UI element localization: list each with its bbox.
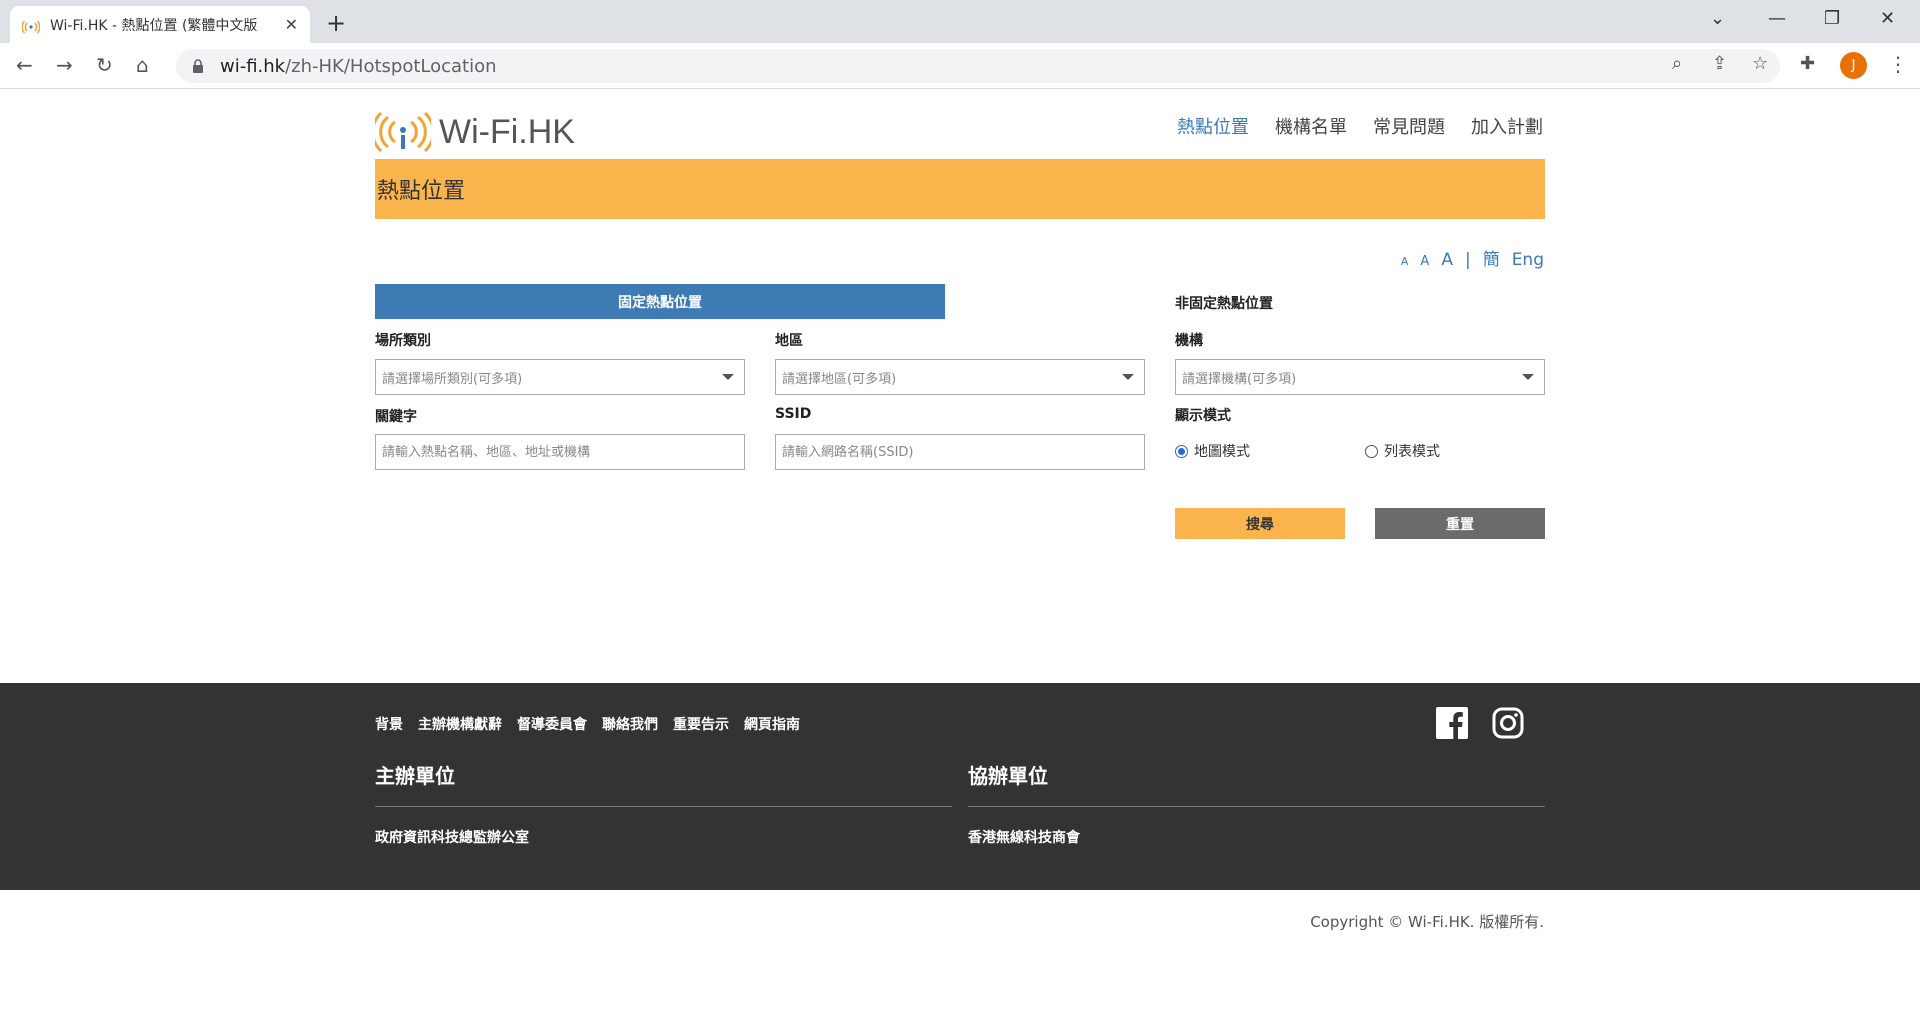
simplified-chinese-link[interactable]: 簡	[1483, 245, 1500, 270]
font-small-button[interactable]: A	[1401, 255, 1409, 268]
extensions-icon[interactable]: ✚	[1800, 53, 1815, 74]
nav-hotspot-location[interactable]: 熱點位置	[1177, 113, 1249, 139]
site-footer: 背景 主辦機構獻辭 督導委員會 聯絡我們 重要告示 網頁指南 主辦單位 政府資訊…	[0, 683, 1920, 890]
lock-icon	[193, 59, 203, 73]
restore-icon[interactable]: ❐	[1824, 8, 1840, 29]
chevron-down-icon	[1122, 374, 1134, 380]
keyword-label: 關鍵字	[375, 409, 417, 425]
search-button[interactable]: 搜尋	[1175, 508, 1345, 539]
divider	[375, 806, 952, 807]
footer-link-steering-committee[interactable]: 督導委員會	[517, 714, 587, 734]
url-path: /zh-HK/HotspotLocation	[285, 55, 497, 77]
browser-menu-icon[interactable]: ⋮	[1888, 52, 1908, 76]
keyword-input[interactable]	[375, 434, 745, 470]
home-icon[interactable]: ⌂	[136, 53, 149, 77]
radio-unselected-icon	[1365, 444, 1378, 458]
coorganiser-name[interactable]: 香港無線科技商會	[968, 827, 1080, 847]
logo-text: Wi-Fi.HK	[439, 112, 575, 151]
bookmark-star-icon[interactable]: ☆	[1752, 53, 1768, 74]
organiser-heading: 主辦單位	[375, 764, 455, 788]
district-placeholder: 請選擇地區(可多項)	[782, 371, 897, 387]
back-icon[interactable]: ←	[16, 53, 33, 77]
footer-link-guide[interactable]: 網頁指南	[744, 714, 800, 734]
nav-faq[interactable]: 常見問題	[1373, 113, 1445, 139]
chevron-down-icon	[722, 374, 734, 380]
profile-avatar[interactable]: J	[1840, 52, 1867, 79]
english-link[interactable]: Eng	[1512, 250, 1544, 270]
organisation-label: 機構	[1175, 333, 1203, 349]
wifi-favicon-icon	[22, 20, 40, 33]
browser-tab-title: Wi-Fi.HK - 熱點位置 (繁體中文版	[50, 17, 258, 34]
list-mode-radio[interactable]: 列表模式	[1365, 441, 1440, 461]
ssid-label: SSID	[775, 406, 812, 422]
divider	[968, 806, 1545, 807]
font-medium-button[interactable]: A	[1420, 254, 1429, 269]
browser-tab-bar: Wi-Fi.HK - 熱點位置 (繁體中文版 ✕ + ⌄ — ❐ ✕	[0, 0, 1920, 43]
list-mode-label: 列表模式	[1384, 444, 1440, 460]
copyright-text: Copyright © Wi-Fi.HK. 版權所有.	[1310, 913, 1544, 931]
reset-button[interactable]: 重置	[1375, 508, 1545, 539]
reload-icon[interactable]: ↻	[96, 53, 113, 77]
venue-type-label: 場所類別	[375, 333, 431, 349]
tab-search-icon[interactable]: ⌄	[1710, 8, 1725, 29]
organisation-select[interactable]: 請選擇機構(可多項)	[1175, 359, 1545, 395]
radio-selected-icon	[1175, 444, 1188, 458]
organisation-placeholder: 請選擇機構(可多項)	[1182, 371, 1297, 387]
zoom-icon[interactable]: ⌕	[1672, 53, 1682, 74]
forward-icon[interactable]: →	[56, 53, 73, 77]
footer-link-contact[interactable]: 聯絡我們	[602, 714, 658, 734]
browser-tab[interactable]: Wi-Fi.HK - 熱點位置 (繁體中文版 ✕	[10, 6, 310, 43]
map-mode-label: 地圖模式	[1194, 444, 1250, 460]
nav-organisation-list[interactable]: 機構名單	[1275, 113, 1347, 139]
district-select[interactable]: 請選擇地區(可多項)	[775, 359, 1145, 395]
wifi-logo-icon	[375, 112, 431, 152]
main-nav: 熱點位置 機構名單 常見問題 加入計劃	[1177, 113, 1543, 139]
district-label: 地區	[775, 333, 803, 349]
share-icon[interactable]: ⇪	[1712, 53, 1727, 74]
footer-link-message[interactable]: 主辦機構獻辭	[418, 714, 502, 734]
tab-fixed-hotspot[interactable]: 固定熱點位置	[375, 284, 945, 319]
instagram-icon[interactable]	[1492, 707, 1524, 739]
page-title: 熱點位置	[375, 159, 1545, 219]
tab-close-icon[interactable]: ✕	[285, 15, 298, 34]
url-host: wi-fi.hk	[220, 55, 286, 77]
venue-type-select[interactable]: 請選擇場所類別(可多項)	[375, 359, 745, 395]
chevron-down-icon	[1522, 374, 1534, 380]
font-large-button[interactable]: A	[1441, 250, 1453, 270]
organiser-name[interactable]: 政府資訊科技總監辦公室	[375, 827, 529, 847]
coorganiser-heading: 協辦單位	[968, 764, 1048, 788]
tab-nonfixed-hotspot[interactable]: 非固定熱點位置	[1175, 293, 1273, 313]
display-mode-label: 顯示模式	[1175, 408, 1231, 424]
site-logo[interactable]: Wi-Fi.HK	[375, 112, 575, 152]
footer-link-background[interactable]: 背景	[375, 714, 403, 734]
divider: |	[1464, 250, 1471, 270]
font-size-language-controls: A A A | 簡 Eng	[1401, 245, 1544, 270]
footer-link-notices[interactable]: 重要告示	[673, 714, 729, 734]
minimize-icon[interactable]: —	[1768, 8, 1786, 29]
new-tab-icon[interactable]: +	[326, 9, 346, 37]
map-mode-radio[interactable]: 地圖模式	[1175, 441, 1250, 461]
venue-type-placeholder: 請選擇場所類別(可多項)	[382, 371, 523, 387]
nav-join-programme[interactable]: 加入計劃	[1471, 113, 1543, 139]
footer-links: 背景 主辦機構獻辭 督導委員會 聯絡我們 重要告示 網頁指南	[375, 714, 800, 734]
browser-toolbar: ← → ↻ ⌂ wi-fi.hk/zh-HK/HotspotLocation ⌕…	[0, 43, 1920, 89]
ssid-input[interactable]	[775, 434, 1145, 470]
window-close-icon[interactable]: ✕	[1880, 8, 1895, 29]
facebook-icon[interactable]	[1436, 707, 1468, 739]
address-bar[interactable]: wi-fi.hk/zh-HK/HotspotLocation	[176, 49, 1780, 83]
